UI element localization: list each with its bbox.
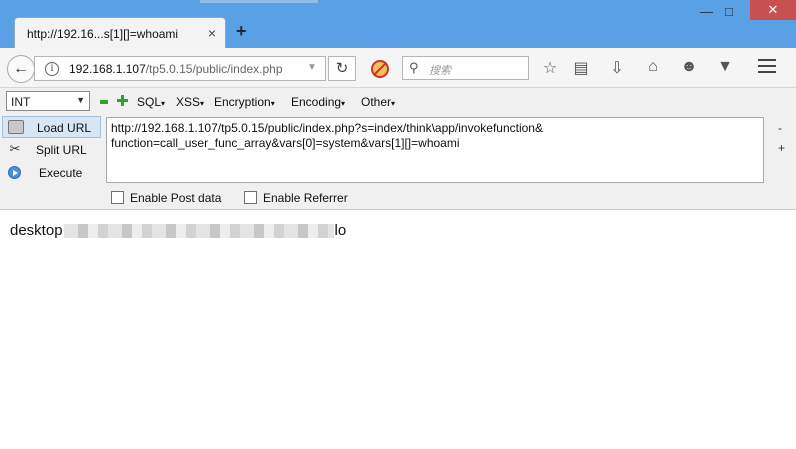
bookmark-star-icon[interactable]: ☆ [539,58,561,78]
back-button[interactable]: ← [7,55,35,83]
output-suffix: lo [334,222,347,239]
browser-tab[interactable]: http://192.16...s[1][]=whoami × [14,17,226,48]
encoding-menu-label: Encoding [291,95,342,109]
execute-icon [8,166,21,179]
search-placeholder: 搜索 [429,65,451,77]
search-box[interactable]: ⚲ 搜索 [402,56,529,80]
titlebar-decoration [200,0,318,3]
type-select[interactable]: INT ▼ [6,91,90,111]
execute-button[interactable]: Execute [2,162,101,184]
increase-icon[interactable] [117,95,128,106]
type-select-value: INT [11,95,31,109]
output-prefix: desktop [10,222,63,239]
split-url-label: Split URL [36,143,87,157]
noscript-icon[interactable] [371,60,389,78]
site-info-icon[interactable]: i [45,62,59,76]
enable-referrer-label: Enable Referrer [263,191,348,205]
xss-menu[interactable]: XSS▾ [176,95,204,109]
new-tab-button[interactable]: + [236,21,247,42]
tab-close-icon[interactable]: × [208,25,216,41]
enable-post-checkbox[interactable] [111,191,124,204]
pocket-icon[interactable]: ▼ [714,58,736,76]
encryption-menu-label: Encryption [214,95,271,109]
split-url-button[interactable]: ✂ Split URL [2,139,101,161]
sql-menu-label: SQL [137,95,162,109]
home-icon[interactable]: ⌂ [642,58,664,76]
grow-textarea-button[interactable]: + [778,141,785,155]
encoding-menu[interactable]: Encoding▾ [291,95,345,109]
navigation-bar: ← i 192.168.1.107/tp5.0.15/public/index.… [0,48,796,88]
xss-menu-label: XSS [176,95,201,109]
hackbar-url-textarea[interactable]: http://192.168.1.107/tp5.0.15/public/ind… [106,117,764,183]
decrease-icon[interactable] [100,100,108,104]
hello-icon[interactable]: ☻ [678,58,700,76]
address-text[interactable]: 192.168.1.107/tp5.0.15/public/index.php [69,62,283,76]
minimize-button[interactable]: — [700,4,713,19]
encryption-menu[interactable]: Encryption▾ [214,95,275,109]
other-menu-label: Other [361,95,392,109]
tab-title: http://192.16...s[1][]=whoami [27,27,179,41]
url-path: /tp5.0.15/public/index.php [145,62,283,76]
command-output: desktop lo [10,222,346,239]
hackbar-panel: Load URL ✂ Split URL Execute http://192.… [0,114,796,210]
download-icon[interactable]: ⇩ [606,58,628,78]
restore-button[interactable]: □ [725,4,733,19]
scissors-icon: ✂ [9,141,21,156]
url-dropdown-icon[interactable]: ▼ [307,62,317,73]
window-titlebar: http://192.16...s[1][]=whoami × + — □ ✕ [0,0,796,48]
reload-button[interactable]: ↻ [328,56,356,81]
other-menu[interactable]: Other▾ [361,95,395,109]
load-url-button[interactable]: Load URL [2,116,101,138]
enable-referrer-checkbox[interactable] [244,191,257,204]
address-bar[interactable]: i 192.168.1.107/tp5.0.15/public/index.ph… [34,56,326,81]
enable-post-label: Enable Post data [130,191,222,205]
load-url-icon [8,120,24,134]
close-window-button[interactable]: ✕ [750,0,796,20]
reading-list-icon[interactable]: ▤ [570,58,592,78]
shrink-textarea-button[interactable]: - [778,121,782,135]
execute-label: Execute [39,166,83,180]
sql-menu[interactable]: SQL▾ [137,95,165,109]
chevron-down-icon: ▼ [76,95,85,105]
search-icon: ⚲ [409,60,419,75]
load-url-label: Load URL [37,121,92,135]
hackbar-toolbar: INT ▼ SQL▾ XSS▾ Encryption▾ Encoding▾ Ot… [0,88,796,114]
url-host: 192.168.1.107 [69,62,146,76]
hamburger-menu-icon[interactable] [758,59,776,73]
redacted-text [63,224,334,239]
